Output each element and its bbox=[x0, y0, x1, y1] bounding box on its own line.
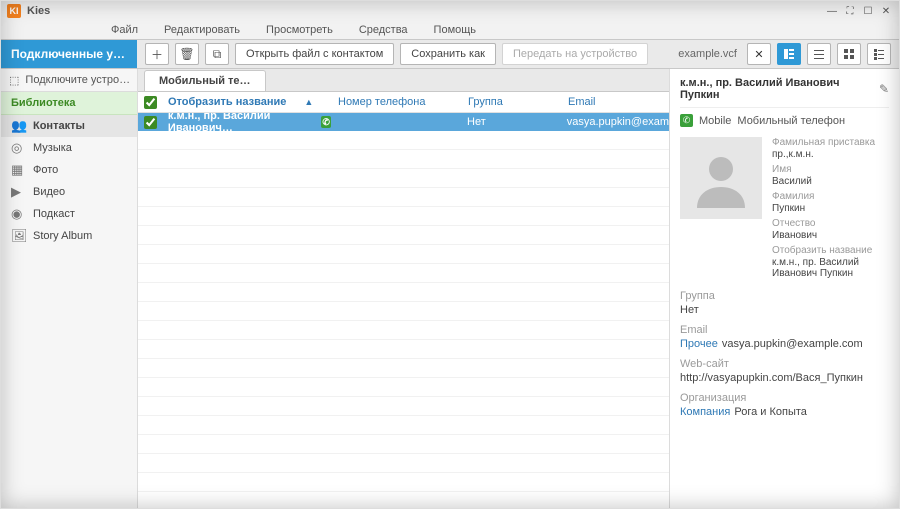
middle-name-label: Отчество bbox=[772, 218, 889, 229]
nav-music[interactable]: ◎ Музыка bbox=[1, 137, 137, 159]
org-label: Организация bbox=[680, 392, 889, 404]
nav-photo[interactable]: ▦ Фото bbox=[1, 159, 137, 181]
middle-name-value: Иванович bbox=[772, 230, 889, 241]
select-all-checkbox[interactable] bbox=[144, 96, 157, 109]
mobile-value: Мобильный телефон bbox=[737, 115, 845, 127]
nav-label: Подкаст bbox=[33, 208, 75, 220]
view-list-button[interactable] bbox=[807, 43, 831, 65]
menu-tools[interactable]: Средства bbox=[359, 24, 408, 36]
sort-ascending-icon: ▲ bbox=[304, 97, 313, 107]
send-to-device-button: Передать на устройство bbox=[502, 43, 648, 65]
connect-device-row[interactable]: ⬚ Подключите устро… bbox=[1, 69, 137, 92]
nav-story-album[interactable]: 🖼 Story Album bbox=[1, 225, 137, 247]
prefix-label: Фамильная приставка bbox=[772, 137, 889, 148]
nav-label: Story Album bbox=[33, 230, 92, 242]
nav-label: Фото bbox=[33, 164, 58, 176]
menu-file[interactable]: Файл bbox=[111, 24, 138, 36]
phone-badge-icon: ✆ bbox=[321, 116, 331, 128]
display-name-label: Отобразить название bbox=[772, 245, 889, 256]
nav-label: Видео bbox=[33, 186, 65, 198]
org-kind: Компания bbox=[680, 406, 730, 418]
app-logo: KI bbox=[7, 4, 21, 18]
mobile-label: Mobile bbox=[699, 115, 731, 127]
copy-button[interactable]: ⧉ bbox=[205, 43, 229, 65]
save-as-button[interactable]: Сохранить как bbox=[400, 43, 496, 65]
story-album-icon: 🖼 bbox=[11, 228, 25, 244]
view-grid-button[interactable] bbox=[837, 43, 861, 65]
delete-button[interactable]: 🗑 bbox=[175, 43, 199, 65]
nav-podcast[interactable]: ◉ Подкаст bbox=[1, 203, 137, 225]
library-header: Библиотека bbox=[1, 92, 137, 115]
col-email[interactable]: Email bbox=[562, 96, 669, 108]
nav-label: Музыка bbox=[33, 142, 72, 154]
email-value: vasya.pupkin@example.com bbox=[722, 338, 863, 350]
row-email: vasya.pupkin@exam bbox=[561, 116, 669, 128]
music-icon: ◎ bbox=[11, 140, 25, 156]
row-name: к.м.н., пр. Василий Иванович… bbox=[168, 113, 317, 134]
first-name-label: Имя bbox=[772, 164, 889, 175]
table-row[interactable]: к.м.н., пр. Василий Иванович… ✆ Нет vasya… bbox=[138, 113, 669, 131]
minimize-button[interactable]: — bbox=[825, 4, 839, 18]
col-display-name[interactable]: Отобразить название▲ bbox=[162, 96, 332, 108]
nav-contacts[interactable]: 👥 Контакты bbox=[1, 115, 137, 137]
menu-view[interactable]: Просмотреть bbox=[266, 24, 333, 36]
last-name-label: Фамилия bbox=[772, 191, 889, 202]
detail-full-name: к.м.н., пр. Василий Иванович Пупкин bbox=[680, 77, 879, 101]
website-value: http://vasyapupkin.com/Вася_Пупкин bbox=[680, 372, 889, 384]
prefix-value: пр.,к.м.н. bbox=[772, 149, 889, 160]
podcast-icon: ◉ bbox=[11, 206, 25, 222]
phone-icon: ✆ bbox=[680, 114, 693, 127]
nav-video[interactable]: ▶ Видео bbox=[1, 181, 137, 203]
col-group[interactable]: Группа bbox=[462, 96, 562, 108]
add-button[interactable]: ＋ bbox=[145, 43, 169, 65]
view-detail-button[interactable] bbox=[777, 43, 801, 65]
device-icon: ⬚ bbox=[9, 74, 19, 87]
edit-contact-button[interactable]: ✎ bbox=[879, 82, 889, 96]
table-header: Отобразить название▲ Номер телефона Груп… bbox=[138, 92, 669, 113]
first-name-value: Василий bbox=[772, 176, 889, 187]
contacts-icon: 👥 bbox=[11, 118, 25, 134]
email-kind: Прочее bbox=[680, 338, 718, 350]
col-phone[interactable]: Номер телефона bbox=[332, 96, 462, 108]
last-name-value: Пупкин bbox=[772, 203, 889, 214]
group-label: Группа bbox=[680, 290, 889, 302]
app-title: Kies bbox=[27, 5, 50, 17]
maximize-button[interactable]: ☐ bbox=[861, 4, 875, 18]
website-label: Web-сайт bbox=[680, 358, 889, 370]
group-value: Нет bbox=[680, 304, 889, 316]
menu-help[interactable]: Помощь bbox=[434, 24, 477, 36]
photo-icon: ▦ bbox=[11, 162, 25, 178]
connected-devices-header: Подключенные у… bbox=[1, 40, 137, 68]
row-checkbox[interactable] bbox=[144, 116, 157, 129]
contact-avatar bbox=[680, 137, 762, 219]
expand-button[interactable]: ⛶ bbox=[843, 4, 857, 18]
org-value: Рога и Копыта bbox=[734, 406, 807, 418]
video-icon: ▶ bbox=[11, 184, 25, 200]
close-button[interactable]: ✕ bbox=[879, 4, 893, 18]
menu-bar: Файл Редактировать Просмотреть Средства … bbox=[1, 21, 899, 40]
email-label: Email bbox=[680, 324, 889, 336]
library-nav: 👥Контакты ◎Музыка ▦Фото ▶Видео ◉Подкаст … bbox=[1, 115, 137, 247]
avatar-placeholder-icon bbox=[691, 148, 751, 208]
row-group: Нет bbox=[461, 116, 561, 128]
view-compact-button[interactable] bbox=[867, 43, 891, 65]
close-file-button[interactable]: ✕ bbox=[747, 43, 771, 65]
open-contact-file-button[interactable]: Открыть файл с контактом bbox=[235, 43, 394, 65]
tab-mobile-phone[interactable]: Мобильный те… bbox=[144, 70, 266, 91]
open-filename: example.vcf bbox=[678, 48, 737, 60]
display-name-value: к.м.н., пр. Василий Иванович Пупкин bbox=[772, 257, 889, 279]
menu-edit[interactable]: Редактировать bbox=[164, 24, 240, 36]
connect-device-label: Подключите устро… bbox=[25, 74, 130, 86]
nav-label: Контакты bbox=[33, 120, 85, 132]
